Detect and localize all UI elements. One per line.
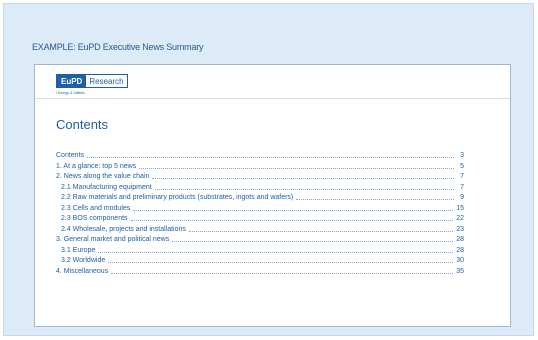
toc-entry-page: 22 [456,215,464,222]
toc-leader-dots [172,236,454,243]
slide-caption: EXAMPLE: EuPD Executive News Summary [32,42,204,52]
toc-entry-page: 23 [456,225,464,233]
toc-leader-dots [139,163,454,169]
toc-entry[interactable]: 3. General market and political news 28 [56,235,464,246]
toc-entry-title: 2.4 Wholesale, projects and installation… [61,225,186,233]
toc-entry[interactable]: 2.2 Raw materials and preliminary produc… [56,193,464,204]
toc-entry-page: 5 [460,162,464,170]
toc-entry-title: 2.3 BOS components [61,215,128,222]
toc-entry[interactable]: 3.2 Worldwide 30 [56,256,464,267]
toc-entry-page: 35 [456,267,464,275]
toc-entry[interactable]: 4. Miscellaneous 35 [56,267,464,278]
table-of-contents: Contents 3 1. At a glance: top 5 news 5 2. N… [56,151,464,277]
toc-entry[interactable]: 3.1 Europe 28 [56,246,464,257]
toc-entry-page: 28 [456,246,464,254]
toc-entry-page: 7 [460,173,464,180]
document-page: EuPD Research I Energy & Utilities Conte… [34,64,511,327]
toc-leader-dots [152,173,454,180]
slide-frame: EXAMPLE: EuPD Executive News Summary EuP… [3,3,534,336]
toc-entry-page: 30 [456,257,464,264]
toc-leader-dots [188,226,454,232]
toc-entry-page: 15 [456,204,464,212]
toc-entry-page: 28 [456,236,464,243]
toc-leader-dots [130,215,454,222]
header-divider [35,98,510,99]
toc-entry-page: 3 [460,152,464,159]
toc-entry[interactable]: 1. At a glance: top 5 news 5 [56,162,464,173]
page-title: Contents [56,117,109,132]
toc-entry-title: 4. Miscellaneous [56,267,109,275]
toc-entry-title: 2.2 Raw materials and preliminary produc… [61,194,294,201]
logo-right-text: Research [86,75,127,87]
toc-entry-title: 1. At a glance: top 5 news [56,162,137,170]
toc-leader-dots [98,247,454,253]
toc-entry-title: 3.2 Worldwide [61,257,106,264]
toc-entry-page: 9 [460,194,464,201]
toc-entry[interactable]: 2.1 Manufacturing equipment 7 [56,183,464,194]
toc-leader-dots [87,152,454,159]
toc-entry-title: 3.1 Europe [61,246,96,254]
eupd-logo: EuPD Research [56,74,128,88]
toc-entry-title: 3. General market and political news [56,236,170,243]
toc-entry-title: 2. News along the value chain [56,173,150,180]
toc-leader-dots [296,194,454,201]
toc-entry[interactable]: 2.3 Cells and modules 15 [56,204,464,215]
toc-entry-title: Contents [56,152,85,159]
toc-leader-dots [133,205,454,211]
toc-entry[interactable]: 2.3 BOS components 22 [56,214,464,225]
logo-left-text: EuPD [57,75,87,87]
toc-entry[interactable]: 2. News along the value chain 7 [56,172,464,183]
toc-leader-dots [108,257,454,264]
toc-entry-title: 2.1 Manufacturing equipment [61,183,152,191]
toc-entry-title: 2.3 Cells and modules [61,204,131,212]
toc-leader-dots [154,184,454,190]
toc-entry[interactable]: Contents 3 [56,151,464,162]
toc-entry[interactable]: 2.4 Wholesale, projects and installation… [56,225,464,236]
logo-subtitle: I Energy & Utilities [56,91,85,95]
toc-leader-dots [111,268,454,274]
toc-entry-page: 7 [460,183,464,191]
